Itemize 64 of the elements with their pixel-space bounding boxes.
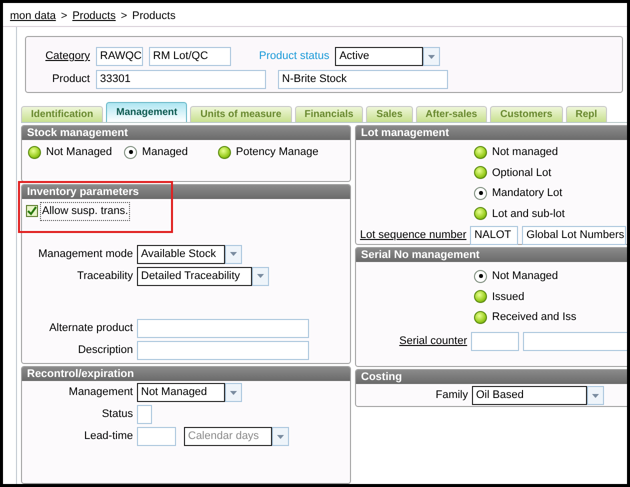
field-label[interactable]: Lot sequence number	[360, 227, 466, 244]
product-description-field[interactable]: N-Brite Stock	[278, 70, 448, 89]
field-label: Lead-time	[83, 429, 133, 444]
panel-title: Costing	[356, 370, 627, 384]
radio-icon[interactable]	[474, 207, 487, 220]
dropdown-caret-icon[interactable]	[252, 266, 269, 286]
breadcrumb-link[interactable]: Products	[72, 8, 116, 25]
radio-icon[interactable]	[218, 146, 231, 159]
radio-icon[interactable]	[474, 166, 487, 180]
radio-label: Optional Lot	[492, 166, 552, 181]
radio-selected-icon[interactable]	[474, 186, 487, 200]
radio-icon[interactable]	[474, 310, 487, 324]
breadcrumb-separator: >	[60, 9, 68, 24]
radio-label: Not Managed	[492, 269, 558, 284]
serial-counter-code-field[interactable]	[471, 332, 519, 351]
field-label: Traceability	[76, 268, 133, 284]
field-label: Product	[51, 72, 90, 88]
radio-selected-icon[interactable]	[474, 270, 487, 283]
radio-selected-icon[interactable]	[124, 146, 138, 159]
radio-label: Not Managed	[46, 145, 112, 160]
checkbox[interactable]	[26, 205, 38, 218]
serial-counter-name-field[interactable]	[522, 332, 627, 351]
radio-icon[interactable]	[474, 290, 487, 304]
field-label: Product status	[259, 49, 330, 64]
panel-title: Recontrol/expiration	[22, 367, 350, 382]
lot-sequence-code-field[interactable]: NALOT	[470, 226, 518, 246]
radio-label: Issued	[492, 290, 524, 305]
panel-title: Serial No management	[356, 248, 627, 262]
field-label: Status	[100, 407, 133, 422]
dropdown-caret-icon[interactable]	[423, 47, 440, 66]
radio-label: Potency Manage	[236, 145, 318, 160]
field-label: Description	[76, 342, 133, 358]
radio-icon[interactable]	[28, 146, 41, 159]
field-label[interactable]: Category	[26, 48, 90, 65]
dropdown-caret-icon[interactable]	[587, 386, 604, 406]
breadcrumb-link[interactable]: mon data	[10, 8, 56, 25]
product-code-field[interactable]: 33301	[96, 70, 266, 89]
radio-label: Received and Iss	[492, 310, 576, 326]
panel-title: Inventory parameters	[22, 185, 350, 200]
lot-sequence-name-field[interactable]: Global Lot Numbers	[522, 226, 626, 246]
radio-label: Mandatory Lot	[492, 186, 562, 202]
category-name-field[interactable]: RM Lot/QC	[149, 47, 231, 66]
field-label: Family	[434, 388, 468, 404]
alternate-product-field[interactable]	[137, 318, 309, 338]
tab[interactable]: Management	[106, 102, 188, 122]
lead-time-field[interactable]	[137, 427, 176, 446]
radio-label: Managed	[142, 145, 188, 160]
dropdown-caret-icon[interactable]	[225, 383, 242, 402]
field-label: Management	[68, 385, 133, 400]
panel-title: Stock management	[22, 126, 350, 140]
checkbox-label: Allow susp. trans.	[40, 202, 130, 221]
radio-label: Lot and sub-lot	[492, 206, 565, 222]
field-label: Management mode	[37, 246, 133, 262]
field-label[interactable]: Serial counter	[356, 332, 468, 350]
field-label: Alternate product	[48, 320, 133, 336]
radio-label: Not managed	[492, 145, 558, 160]
breadcrumb-current: Products	[132, 9, 176, 24]
radio-icon[interactable]	[474, 146, 487, 159]
description-field[interactable]	[137, 340, 309, 360]
status-field[interactable]	[137, 405, 152, 424]
breadcrumb-separator: >	[120, 9, 128, 24]
panel-title: Lot management	[356, 126, 627, 140]
category-code-field[interactable]: RAWQC	[96, 47, 143, 66]
dropdown-caret-icon[interactable]	[225, 244, 242, 264]
